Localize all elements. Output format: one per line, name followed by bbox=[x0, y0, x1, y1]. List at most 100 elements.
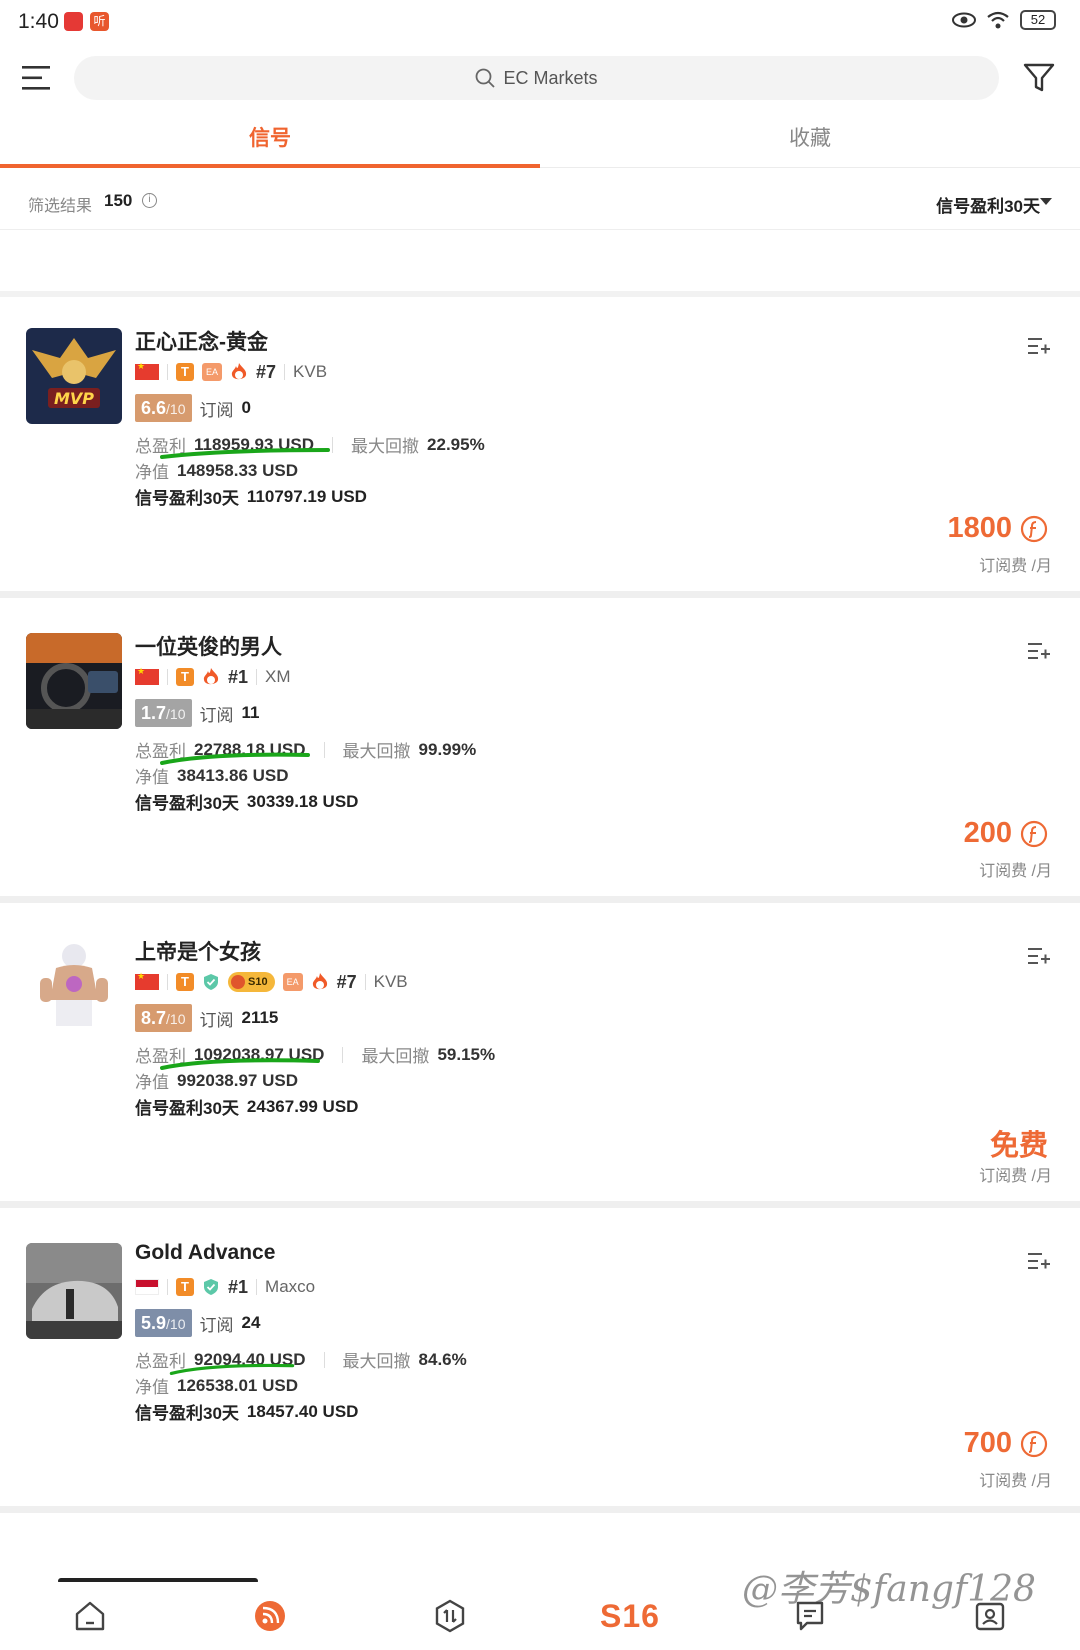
app-notification-icon bbox=[64, 12, 83, 31]
avatar[interactable] bbox=[26, 938, 122, 1034]
filter-result-label: 筛选结果 bbox=[28, 198, 93, 215]
subscriptions-label: 订阅 bbox=[199, 1010, 234, 1030]
rank: #7 bbox=[336, 971, 357, 992]
fire-pk-icon bbox=[312, 973, 327, 990]
tag-row: T #1 Maxco bbox=[135, 1275, 315, 1299]
price: 200 bbox=[964, 817, 1048, 850]
china-flag-icon bbox=[135, 361, 159, 380]
price: 700 bbox=[964, 1427, 1048, 1460]
tab-bar: 信号 收藏 bbox=[0, 112, 1080, 168]
season-s16-label: S16 bbox=[600, 1597, 660, 1634]
broker-name: KVB bbox=[293, 362, 328, 381]
add-to-list-icon[interactable] bbox=[1028, 336, 1050, 356]
subscriptions-count: 0 bbox=[241, 398, 251, 417]
add-to-list-icon[interactable] bbox=[1028, 1251, 1050, 1271]
nav-trade[interactable] bbox=[360, 1582, 540, 1650]
avatar[interactable]: MVP bbox=[26, 328, 122, 424]
home-icon bbox=[75, 1601, 105, 1631]
signal-card[interactable]: MVP 正心正念-黄金 T EA #7 KVB 6.6/10 订阅 0 总盈利1… bbox=[0, 300, 1080, 598]
broker-name: KVB bbox=[373, 972, 408, 991]
subscriptions-label: 订阅 bbox=[199, 400, 234, 420]
profit-30d: 30339.18 USD bbox=[246, 791, 359, 811]
trader-badge-icon: T bbox=[176, 1278, 194, 1296]
price-unit: 订阅费 /月 bbox=[979, 558, 1052, 575]
filter-icon[interactable] bbox=[1022, 60, 1056, 94]
subscription-price: 200 bbox=[963, 817, 1012, 849]
profit-30d: 24367.99 USD bbox=[246, 1096, 359, 1116]
fire-pk-icon bbox=[203, 668, 219, 685]
nav-home[interactable] bbox=[0, 1582, 180, 1650]
subscriptions-count: 11 bbox=[241, 703, 260, 722]
china-flag-icon bbox=[135, 666, 159, 685]
nav-signals[interactable] bbox=[180, 1582, 360, 1650]
subscription-price: 1800 bbox=[947, 512, 1012, 544]
price-unit: 订阅费 /月 bbox=[979, 863, 1052, 880]
max-drawdown: 59.15% bbox=[437, 1044, 496, 1064]
header: EC Markets bbox=[0, 46, 1080, 112]
battery-indicator: 52 bbox=[1020, 10, 1056, 30]
add-to-list-icon[interactable] bbox=[1028, 946, 1050, 966]
coin-icon bbox=[1020, 820, 1048, 847]
china-flag-icon bbox=[135, 971, 159, 990]
profit-30d: 18457.40 USD bbox=[246, 1401, 359, 1421]
search-placeholder: EC Markets bbox=[503, 67, 598, 88]
profit30-line: 信号盈利30天 18457.40 USD bbox=[135, 1401, 359, 1424]
spacer bbox=[0, 231, 1080, 297]
avatar[interactable] bbox=[26, 633, 122, 729]
score-row: 1.7/10 订阅 11 bbox=[135, 699, 259, 727]
watermark: @李芳$fangf128 bbox=[742, 1569, 1036, 1610]
search-input[interactable]: EC Markets bbox=[74, 56, 999, 100]
add-to-list-icon[interactable] bbox=[1028, 641, 1050, 661]
status-time: 1:40 bbox=[18, 10, 59, 33]
price: 1800 bbox=[947, 512, 1048, 545]
signal-card[interactable]: 上帝是个女孩 T S10 EA #7 KVB 8.7/10 订阅 2115 总盈… bbox=[0, 910, 1080, 1208]
fire-pk-icon bbox=[231, 363, 247, 380]
rank: #1 bbox=[228, 1276, 249, 1297]
search-icon bbox=[476, 68, 496, 88]
trade-icon bbox=[435, 1599, 465, 1633]
subscriptions-count: 24 bbox=[241, 1313, 261, 1332]
svg-text:MVP: MVP bbox=[54, 389, 94, 408]
score-row: 5.9/10 订阅 24 bbox=[135, 1309, 260, 1337]
sort-dropdown[interactable]: 信号盈利30天 bbox=[936, 192, 1040, 217]
signal-card[interactable]: Gold Advance T #1 Maxco 5.9/10 订阅 24 总盈利… bbox=[0, 1215, 1080, 1513]
profit30-line: 信号盈利30天 24367.99 USD bbox=[135, 1096, 359, 1119]
wifi-icon bbox=[987, 11, 1009, 29]
menu-icon[interactable] bbox=[22, 64, 52, 92]
signal-feed-icon bbox=[255, 1601, 285, 1631]
coin-icon bbox=[1020, 515, 1048, 542]
score-badge: 8.7/10 bbox=[135, 1004, 192, 1032]
score-badge: 1.7/10 bbox=[135, 699, 192, 727]
equity-line: 净值 38413.86 USD bbox=[135, 765, 289, 788]
avatar[interactable] bbox=[26, 1243, 122, 1339]
signal-card[interactable]: 一位英俊的男人 T #1 XM 1.7/10 订阅 11 总盈利22788.18… bbox=[0, 605, 1080, 903]
equity: 126538.01 USD bbox=[177, 1375, 298, 1395]
signal-name: Gold Advance bbox=[135, 1241, 276, 1264]
listen-app-icon: 听 bbox=[90, 12, 109, 31]
subscriptions-count: 2115 bbox=[241, 1008, 279, 1027]
price-unit: 订阅费 /月 bbox=[979, 1473, 1052, 1490]
max-drawdown: 99.99% bbox=[418, 739, 477, 759]
score-row: 8.7/10 订阅 2115 bbox=[135, 1004, 278, 1032]
rank: #1 bbox=[228, 666, 249, 687]
max-drawdown: 22.95% bbox=[427, 434, 485, 454]
broker-name: Maxco bbox=[265, 1277, 316, 1296]
ea-badge-icon: EA bbox=[282, 973, 303, 991]
season-badge: S10 bbox=[228, 972, 275, 992]
tab-favorites[interactable]: 收藏 bbox=[540, 112, 1080, 167]
profit30-line: 信号盈利30天 110797.19 USD bbox=[135, 486, 367, 509]
equity-line: 净值 992038.97 USD bbox=[135, 1070, 298, 1093]
caret-down-icon[interactable] bbox=[1040, 198, 1052, 205]
verified-shield-icon bbox=[204, 1279, 218, 1295]
subscription-price: 700 bbox=[963, 1427, 1012, 1459]
nav-season[interactable]: S16 bbox=[540, 1582, 720, 1650]
trader-badge-icon: T bbox=[176, 363, 194, 381]
tag-row: T S10 EA #7 KVB bbox=[135, 970, 408, 994]
max-drawdown: 84.6% bbox=[418, 1349, 467, 1369]
tab-signals[interactable]: 信号 bbox=[0, 112, 540, 168]
equity: 148958.33 USD bbox=[177, 460, 298, 480]
info-icon[interactable]: i bbox=[142, 193, 157, 208]
trader-badge-icon: T bbox=[176, 973, 194, 991]
profit30-line: 信号盈利30天 30339.18 USD bbox=[135, 791, 359, 814]
equity-line: 净值 148958.33 USD bbox=[135, 460, 298, 483]
